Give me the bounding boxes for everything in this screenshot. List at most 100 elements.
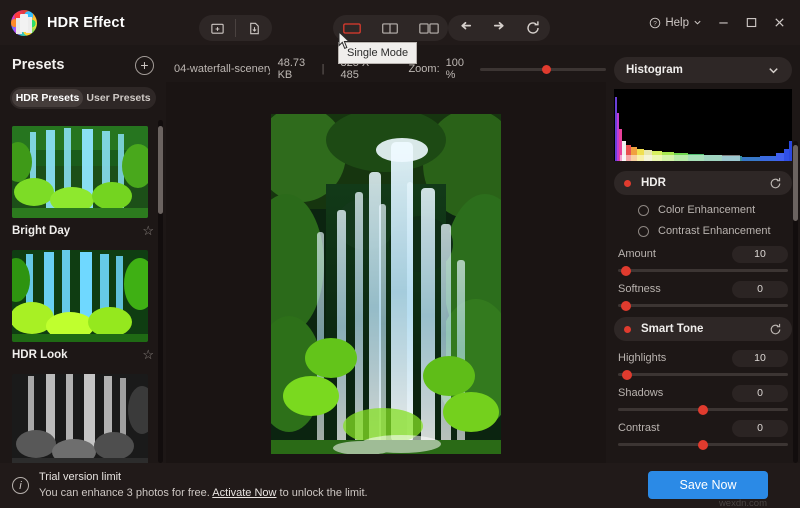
file-buttons-group	[199, 15, 272, 41]
slider-label: Amount	[618, 248, 656, 260]
side-by-side-mode-button[interactable]	[414, 18, 444, 38]
presets-tabs: HDR Presets User Presets	[10, 87, 156, 109]
save-file-icon	[249, 22, 259, 34]
slider-track[interactable]	[618, 369, 788, 380]
hdr-toggle-dot[interactable]	[624, 179, 631, 187]
star-outline-icon[interactable]: ☆	[142, 347, 154, 363]
close-button[interactable]	[766, 10, 792, 36]
slider-header: Contrast 0	[618, 419, 788, 437]
slider-header: Amount 10	[618, 245, 788, 263]
zoom-slider-handle[interactable]	[542, 64, 552, 74]
preset-thumbnail[interactable]	[12, 250, 148, 342]
presets-scrollbar-thumb[interactable]	[158, 126, 163, 214]
radio-label: Color Enhancement	[658, 204, 756, 216]
slider-shadows: Shadows 0	[618, 384, 788, 415]
tab-hdr-presets[interactable]: HDR Presets	[12, 89, 83, 107]
slider-handle[interactable]	[621, 300, 631, 311]
open-file-button[interactable]	[199, 15, 235, 41]
window-controls: ? Help	[643, 0, 792, 45]
panel-scrollbar-thumb[interactable]	[793, 145, 798, 221]
trial-title: Trial version limit	[39, 470, 122, 483]
radio-circle-icon[interactable]	[638, 225, 649, 237]
preset-thumbnail[interactable]	[12, 374, 148, 463]
histogram-display	[614, 89, 792, 161]
watermark: wexdn.com	[718, 498, 767, 508]
undo-button[interactable]	[452, 18, 478, 38]
info-circle-icon: i	[12, 477, 29, 494]
activate-now-link[interactable]: Activate Now	[212, 487, 276, 499]
hdr-reset-button[interactable]	[769, 177, 782, 190]
history-group	[448, 15, 550, 41]
preset-row: Bright Day ☆	[12, 218, 154, 244]
preset-list: Bright Day ☆ HDR Look ☆	[0, 120, 166, 463]
redo-button[interactable]	[486, 18, 512, 38]
slider-softness: Softness 0	[618, 280, 788, 311]
chevron-down-icon	[769, 67, 778, 73]
save-file-button[interactable]	[236, 15, 272, 41]
slider-handle[interactable]	[698, 404, 708, 415]
zoom-slider[interactable]	[480, 64, 606, 74]
refresh-icon	[770, 177, 781, 188]
slider-value[interactable]: 0	[732, 419, 788, 437]
svg-text:?: ?	[654, 20, 658, 27]
reset-button[interactable]	[520, 18, 546, 38]
close-icon	[774, 18, 784, 27]
list-item[interactable]: Bright Day ☆	[0, 120, 166, 244]
app-title: HDR Effect	[47, 14, 125, 31]
histogram-dropdown[interactable]: Histogram	[614, 57, 792, 83]
tab-user-presets[interactable]: User Presets	[83, 89, 154, 107]
smart-tone-section-title: Smart Tone	[641, 323, 704, 335]
smart-tone-reset-button[interactable]	[769, 323, 782, 336]
slider-value[interactable]: 10	[732, 245, 788, 263]
slider-handle[interactable]	[698, 439, 708, 450]
slider-handle[interactable]	[621, 265, 631, 276]
radio-color-enhancement[interactable]: Color Enhancement	[638, 204, 800, 216]
presets-title: Presets	[12, 57, 65, 73]
app-logo-icon	[11, 9, 37, 36]
radio-circle-icon[interactable]	[638, 204, 649, 216]
image-canvas[interactable]	[166, 82, 606, 463]
hdr-section-header[interactable]: HDR	[614, 171, 792, 195]
slider-track[interactable]	[618, 404, 788, 415]
trial-text-after: to unlock the limit.	[276, 486, 368, 499]
file-name: 04-waterfall-scenery-wallp...	[174, 63, 270, 75]
refresh-icon	[770, 323, 781, 334]
slider-track[interactable]	[618, 300, 788, 311]
maximize-button[interactable]	[738, 10, 764, 36]
presets-panel: Presets + HDR Presets User Presets Brigh…	[0, 45, 166, 463]
trial-notice: Trial version limit You can enhance 3 ph…	[39, 470, 368, 502]
slider-value[interactable]: 0	[732, 384, 788, 402]
preset-name: HDR Look	[12, 349, 68, 361]
trial-subtitle: You can enhance 3 photos for free. Activ…	[39, 486, 368, 502]
side-by-side-icon	[419, 22, 439, 34]
hdr-section-title: HDR	[641, 177, 666, 189]
slider-label: Contrast	[618, 422, 660, 434]
radio-contrast-enhancement[interactable]: Contrast Enhancement	[638, 225, 800, 237]
minimize-icon	[718, 22, 728, 24]
slider-value[interactable]: 0	[732, 280, 788, 298]
split-mode-button[interactable]	[375, 18, 405, 38]
slider-track[interactable]	[618, 265, 788, 276]
histogram-label: Histogram	[626, 64, 683, 76]
star-outline-icon[interactable]: ☆	[142, 223, 154, 239]
undo-arrow-icon	[460, 21, 471, 30]
mouse-cursor-icon	[338, 31, 351, 50]
slider-amount: Amount 10	[618, 245, 788, 276]
slider-label: Softness	[618, 283, 661, 295]
help-button[interactable]: ? Help	[643, 13, 708, 33]
slider-highlights: Highlights 10	[618, 349, 788, 380]
refresh-circle-icon	[527, 21, 539, 34]
smart-tone-section-header[interactable]: Smart Tone	[614, 317, 792, 341]
list-item[interactable]: Basic B&W ☆	[0, 368, 166, 463]
save-now-button[interactable]: Save Now	[648, 471, 768, 499]
slider-handle[interactable]	[622, 369, 632, 380]
minimize-button[interactable]	[710, 10, 736, 36]
slider-track[interactable]	[618, 439, 788, 450]
smart-tone-toggle-dot[interactable]	[624, 325, 631, 333]
slider-value[interactable]: 10	[732, 349, 788, 367]
add-preset-button[interactable]: +	[135, 55, 154, 75]
preset-thumbnail[interactable]	[12, 126, 148, 218]
list-item[interactable]: HDR Look ☆	[0, 244, 166, 368]
maximize-icon	[746, 18, 756, 28]
trial-text-before: You can enhance 3 photos for free.	[39, 486, 213, 499]
